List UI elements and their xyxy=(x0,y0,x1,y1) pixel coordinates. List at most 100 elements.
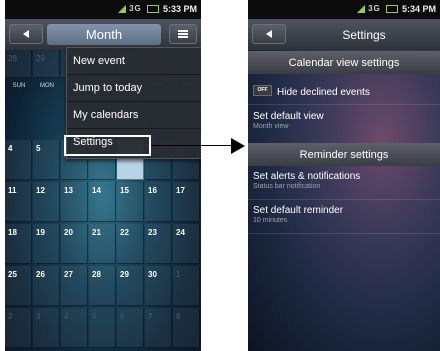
day-number: 5 xyxy=(36,144,41,153)
menu-item-jump-to-today[interactable]: Jump to today xyxy=(67,75,201,102)
arrow-right-icon xyxy=(231,138,245,154)
alerts-title: Set alerts & notifications xyxy=(253,171,361,182)
status-icons: 3G xyxy=(117,4,159,13)
calendar-day-cell[interactable]: 6 xyxy=(117,308,144,348)
day-number: 7 xyxy=(148,312,153,321)
day-number: 6 xyxy=(120,312,125,321)
calendar-titlebar: Month xyxy=(5,19,201,50)
status-bar: 3G 5:34 PM xyxy=(248,0,440,19)
default-view-value: Month view xyxy=(253,123,289,130)
calendar-day-cell[interactable]: 20 xyxy=(61,224,88,264)
day-number: 28 xyxy=(92,270,101,279)
callout-arrow-line xyxy=(151,145,231,146)
day-number: 2 xyxy=(8,312,13,321)
weekday-label: SUN xyxy=(12,83,26,89)
settings-titlebar: Settings xyxy=(248,19,440,50)
alerts-notifications-row[interactable]: Set alerts & notifications Status bar no… xyxy=(248,171,440,190)
day-number: 25 xyxy=(8,270,17,279)
calendar-day-cell[interactable]: 28 xyxy=(5,50,32,78)
month-view-button[interactable]: Month xyxy=(47,24,161,45)
calendar-day-cell[interactable]: 19 xyxy=(33,224,60,264)
hide-declined-label: Hide declined events xyxy=(277,87,370,98)
section-header-calendar-view: Calendar view settings xyxy=(248,51,440,74)
default-reminder-row[interactable]: Set default reminder 10 minutes xyxy=(248,205,440,224)
day-number: 4 xyxy=(64,312,69,321)
calendar-day-cell[interactable]: 11 xyxy=(5,182,32,222)
section-header-reminder: Reminder settings xyxy=(248,143,440,166)
divider xyxy=(248,233,440,234)
alerts-value: Status bar notification xyxy=(253,183,321,190)
day-number: 11 xyxy=(8,186,17,195)
status-time: 5:33 PM xyxy=(162,4,197,14)
calendar-day-cell[interactable]: 18 xyxy=(5,224,32,264)
day-number: 29 xyxy=(120,270,129,279)
menu-item-my-calendars[interactable]: My calendars xyxy=(67,102,201,129)
day-number: 18 xyxy=(8,228,17,237)
calendar-day-cell[interactable]: 22 xyxy=(117,224,144,264)
back-button[interactable] xyxy=(252,24,286,44)
calendar-day-cell[interactable]: 26 xyxy=(33,266,60,306)
hide-declined-events-row[interactable]: OFF Hide declined events xyxy=(248,82,440,100)
day-number: 14 xyxy=(92,186,101,195)
day-number: 24 xyxy=(176,228,185,237)
day-number: 27 xyxy=(64,270,73,279)
calendar-day-cell[interactable]: 17 xyxy=(173,182,200,222)
left-arrow-icon xyxy=(23,30,29,38)
day-number: 1 xyxy=(176,270,181,279)
left-arrow-icon xyxy=(266,30,272,38)
calendar-day-cell[interactable]: 14 xyxy=(89,182,116,222)
calendar-day-cell[interactable]: 13 xyxy=(61,182,88,222)
calendar-day-cell[interactable]: 5 xyxy=(89,308,116,348)
calendar-day-cell[interactable]: 29 xyxy=(33,50,60,78)
day-number: 23 xyxy=(148,228,157,237)
calendar-day-cell[interactable]: 12 xyxy=(33,182,60,222)
month-label: Month xyxy=(85,27,123,42)
day-number: 5 xyxy=(92,312,97,321)
calendar-day-cell[interactable]: 28 xyxy=(89,266,116,306)
day-number: 3 xyxy=(36,312,41,321)
day-number: 28 xyxy=(8,54,17,63)
calendar-day-cell[interactable]: 16 xyxy=(145,182,172,222)
toggle-off-switch[interactable]: OFF xyxy=(253,85,272,97)
divider xyxy=(248,104,440,105)
calendar-day-cell[interactable]: 1 xyxy=(173,266,200,306)
calendar-day-cell[interactable]: 30 xyxy=(145,266,172,306)
calendar-day-cell[interactable]: 15 xyxy=(117,182,144,222)
status-bar: 3G 5:33 PM xyxy=(5,0,201,19)
day-number: 19 xyxy=(36,228,45,237)
day-number: 26 xyxy=(36,270,45,279)
status-time: 5:34 PM xyxy=(401,4,436,14)
calendar-day-cell[interactable]: 23 xyxy=(145,224,172,264)
calendar-day-cell[interactable]: 2 xyxy=(5,308,32,348)
reminder-value: 10 minutes xyxy=(253,217,288,224)
menu-icon xyxy=(178,30,188,32)
calendar-day-cell[interactable]: 7 xyxy=(145,308,172,348)
day-number: 13 xyxy=(64,186,73,195)
calendar-day-cell[interactable]: 5 xyxy=(33,140,60,180)
default-view-row[interactable]: Set default view Month view xyxy=(248,111,440,130)
calendar-day-cell[interactable]: 8 xyxy=(173,308,200,348)
calendar-day-cell[interactable]: 27 xyxy=(61,266,88,306)
calendar-day-cell[interactable]: 21 xyxy=(89,224,116,264)
day-number: 21 xyxy=(92,228,101,237)
weekday-label: MON xyxy=(40,83,54,89)
calendar-day-cell[interactable]: 4 xyxy=(61,308,88,348)
day-number: 29 xyxy=(36,54,45,63)
day-number: 15 xyxy=(120,186,129,195)
status-icons: 3G xyxy=(356,4,398,13)
calendar-day-cell[interactable]: 29 xyxy=(117,266,144,306)
calendar-day-cell[interactable]: 3 xyxy=(33,308,60,348)
menu-button[interactable] xyxy=(169,24,197,44)
calendar-day-cell[interactable]: 24 xyxy=(173,224,200,264)
day-number: 8 xyxy=(176,312,181,321)
calendar-day-cell[interactable]: 25 xyxy=(5,266,32,306)
day-number: 20 xyxy=(64,228,73,237)
day-number: 16 xyxy=(148,186,157,195)
default-view-title: Set default view xyxy=(253,111,324,122)
reminder-title: Set default reminder xyxy=(253,205,344,216)
settings-screen: 3G 5:34 PM Settings Calendar view settin… xyxy=(248,0,440,351)
calendar-day-cell[interactable]: 4 xyxy=(5,140,32,180)
settings-highlight-box xyxy=(64,135,151,156)
back-button[interactable] xyxy=(9,24,43,44)
menu-item-new-event[interactable]: New event xyxy=(67,48,201,75)
